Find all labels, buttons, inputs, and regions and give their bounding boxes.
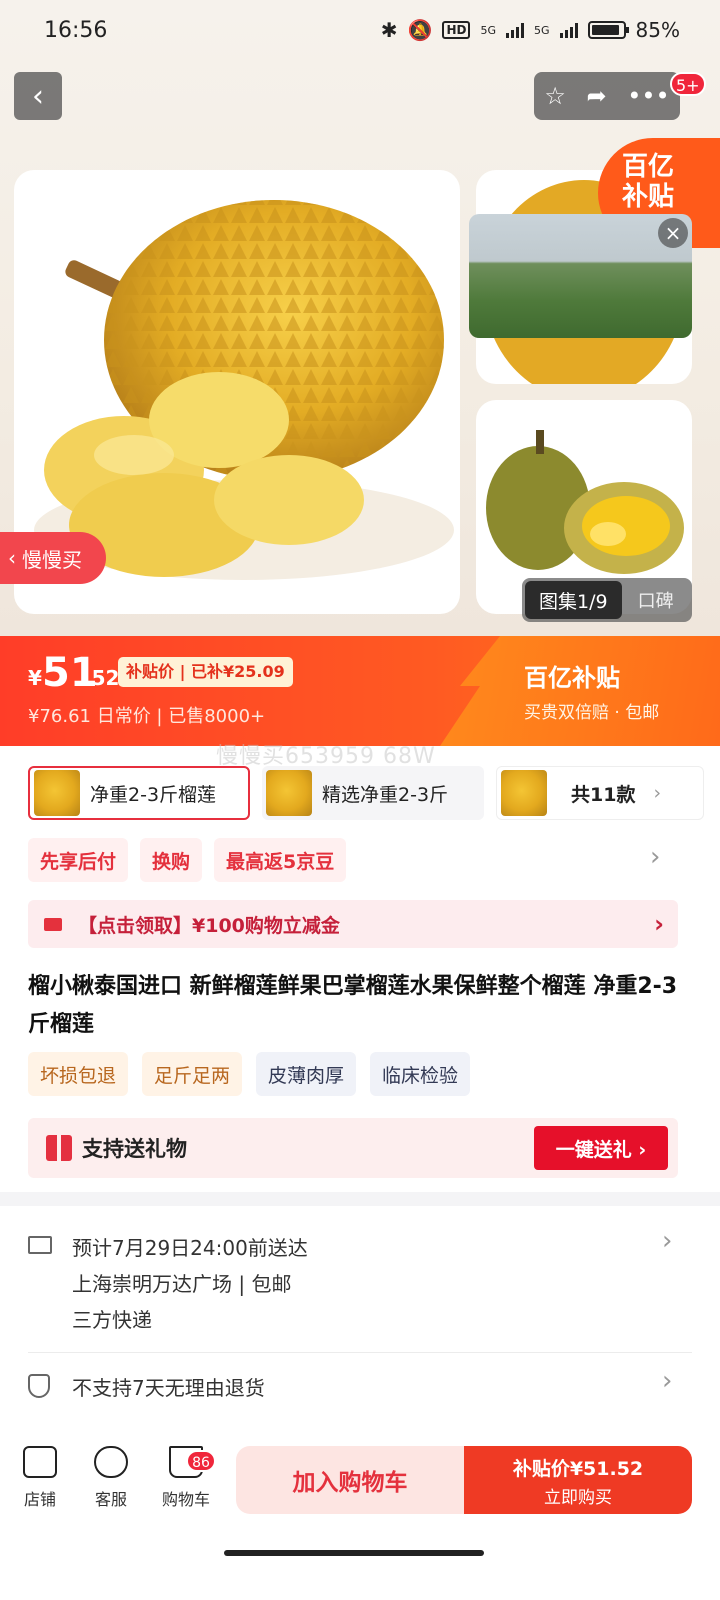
feature-tag: 坏损包退 [28, 1052, 129, 1096]
chevron-left-icon: ‹ [32, 78, 44, 114]
video-preview[interactable]: × [469, 214, 692, 338]
subsidy-price-tag: 补贴价 | 已补¥25.09 [118, 657, 293, 687]
promo-tag[interactable]: 换购 [140, 838, 203, 882]
more-icon[interactable]: ••• [627, 82, 669, 110]
feature-tags: 坏损包退 足斤足两 皮薄肉厚 临床检验 [28, 1052, 471, 1096]
promo-tag[interactable]: 最高返5京豆 [214, 838, 347, 882]
gift-icon [46, 1135, 72, 1161]
durian-thumb-icon [266, 770, 312, 816]
return-policy: 不支持7天无理由退货 [72, 1376, 265, 1400]
chevron-right-icon: › [654, 910, 664, 938]
subsidy-brand-tag: 买贵双倍赔 · 包邮 [524, 703, 660, 723]
cart-count-badge: 86 [186, 1450, 216, 1472]
home-indicator[interactable] [224, 1550, 484, 1556]
top-action-bar: ☆ ➦ ••• [534, 72, 680, 120]
truck-icon [28, 1236, 52, 1254]
image-gallery[interactable]: 百亿 补贴 × ‹ 慢慢买 图集1/9 口碑 ‹ ☆ ➦ ••• 5+ [0, 0, 720, 640]
signal-icon [559, 22, 578, 38]
hd-icon: HD [442, 21, 471, 39]
network-label-2: 5G [534, 23, 550, 37]
brand-corner-line-1: 百亿 [622, 152, 675, 182]
close-icon[interactable]: × [658, 218, 688, 248]
variant-selector: 净重2-3斤榴莲 精选净重2-3斤 共11款 › [28, 766, 704, 820]
feature-tag: 临床检验 [370, 1052, 471, 1096]
status-time: 16:56 [44, 18, 108, 43]
variant-more[interactable]: 共11款 › [496, 766, 704, 820]
slow-buy-label: 慢慢买 [22, 547, 82, 572]
price-banner: ¥ 51 .52 补贴价 | 已补¥25.09 ¥76.61 日常价 | 已售8… [0, 636, 720, 746]
send-gift-button[interactable]: 一键送礼 › [534, 1126, 668, 1170]
gallery-tabs: 图集1/9 口碑 [522, 578, 692, 622]
chevron-left-icon: ‹ [8, 546, 16, 570]
feature-tag: 皮薄肉厚 [256, 1052, 357, 1096]
subsidy-brand-panel[interactable]: 百亿补贴 买贵双倍赔 · 包邮 [440, 636, 720, 746]
subsidy-brand-logo: 百亿补贴 [524, 664, 620, 692]
coupon-label: 【点击领取】¥100购物立减金 [78, 914, 340, 937]
buy-now-button[interactable]: 补贴价¥51.52 立即购买 [464, 1446, 692, 1514]
delivery-courier: 三方快递 [72, 1308, 152, 1332]
delivery-section[interactable]: 预计7月29日24:00前送达 上海崇明万达广场 | 包邮 三方快递 › 不支持… [0, 1206, 720, 1446]
store-label: 店铺 [23, 1490, 56, 1509]
bluetooth-icon: ✱ [380, 18, 398, 42]
variant-label: 精选净重2-3斤 [322, 783, 449, 806]
delivery-address: 上海崇明万达广场 | 包邮 [72, 1272, 292, 1296]
coupon-banner[interactable]: 【点击领取】¥100购物立减金 › [28, 900, 678, 948]
divider [28, 1352, 692, 1353]
battery-level: 85% [635, 18, 680, 42]
promo-tags[interactable]: 先享后付 换购 最高返5京豆 [28, 838, 347, 882]
status-bar: 16:56 ✱ 🔕 HD 5G 5G 85% [0, 0, 720, 64]
store-button[interactable]: 店铺 [10, 1446, 70, 1510]
gift-label: 支持送礼物 [82, 1137, 187, 1161]
variant-option[interactable]: 精选净重2-3斤 [262, 766, 484, 820]
section-divider [0, 1192, 720, 1206]
share-icon[interactable]: ➦ [586, 82, 606, 110]
chevron-right-icon[interactable]: › [650, 842, 660, 872]
variant-label: 净重2-3斤榴莲 [90, 783, 217, 806]
chevron-right-icon[interactable]: › [662, 1226, 672, 1256]
product-title: 榴小楸泰国进口 新鲜榴莲鲜果巴掌榴莲水果保鲜整个榴莲 净重2-3斤榴莲 [28, 974, 678, 1037]
chevron-right-icon[interactable]: › [662, 1366, 672, 1396]
mute-bell-icon: 🔕 [407, 18, 433, 42]
card-icon [44, 917, 62, 931]
customer-service-button[interactable]: 客服 [81, 1446, 141, 1510]
message-count-badge: 5+ [670, 72, 706, 96]
tab-reviews[interactable]: 口碑 [622, 587, 674, 613]
signal-icon [506, 22, 525, 38]
bottom-action-bar: 店铺 客服 购物车 86 加入购物车 补贴价¥51.52 立即购买 [0, 1432, 720, 1600]
cart-label: 购物车 [161, 1490, 210, 1509]
promo-tag[interactable]: 先享后付 [28, 838, 129, 882]
price-decimal: .52 [84, 666, 120, 690]
back-button[interactable]: ‹ [14, 72, 62, 120]
service-label: 客服 [94, 1490, 127, 1509]
gift-banner: 支持送礼物 一键送礼 › [28, 1118, 678, 1178]
add-to-cart-button[interactable]: 加入购物车 [236, 1446, 464, 1514]
tab-gallery[interactable]: 图集1/9 [525, 581, 622, 619]
shield-icon [28, 1374, 50, 1398]
variant-option[interactable]: 净重2-3斤榴莲 [28, 766, 250, 820]
buy-now-label: 立即购买 [544, 1488, 612, 1508]
chat-icon [94, 1446, 128, 1478]
durian-thumb-icon [34, 770, 80, 816]
daily-price-sold: ¥76.61 日常价 | 已售8000+ [28, 706, 266, 727]
price-currency: ¥ [28, 666, 42, 690]
product-page: 百亿 补贴 × ‹ 慢慢买 图集1/9 口碑 ‹ ☆ ➦ ••• 5+ 16:5… [0, 0, 720, 1600]
brand-corner-line-2: 补贴 [622, 182, 675, 212]
durian-thumb-icon [501, 770, 547, 816]
slow-buy-button[interactable]: ‹ 慢慢买 [0, 532, 106, 584]
network-label-1: 5G [480, 23, 497, 37]
store-icon [23, 1446, 57, 1478]
battery-icon [587, 21, 629, 39]
delivery-eta: 预计7月29日24:00前送达 [72, 1236, 308, 1260]
chevron-right-icon: › [653, 782, 662, 804]
feature-tag: 足斤足两 [142, 1052, 243, 1096]
variant-count-label: 共11款 [571, 783, 636, 806]
buy-now-price: 补贴价¥51.52 [512, 1458, 644, 1480]
star-icon[interactable]: ☆ [544, 82, 566, 110]
